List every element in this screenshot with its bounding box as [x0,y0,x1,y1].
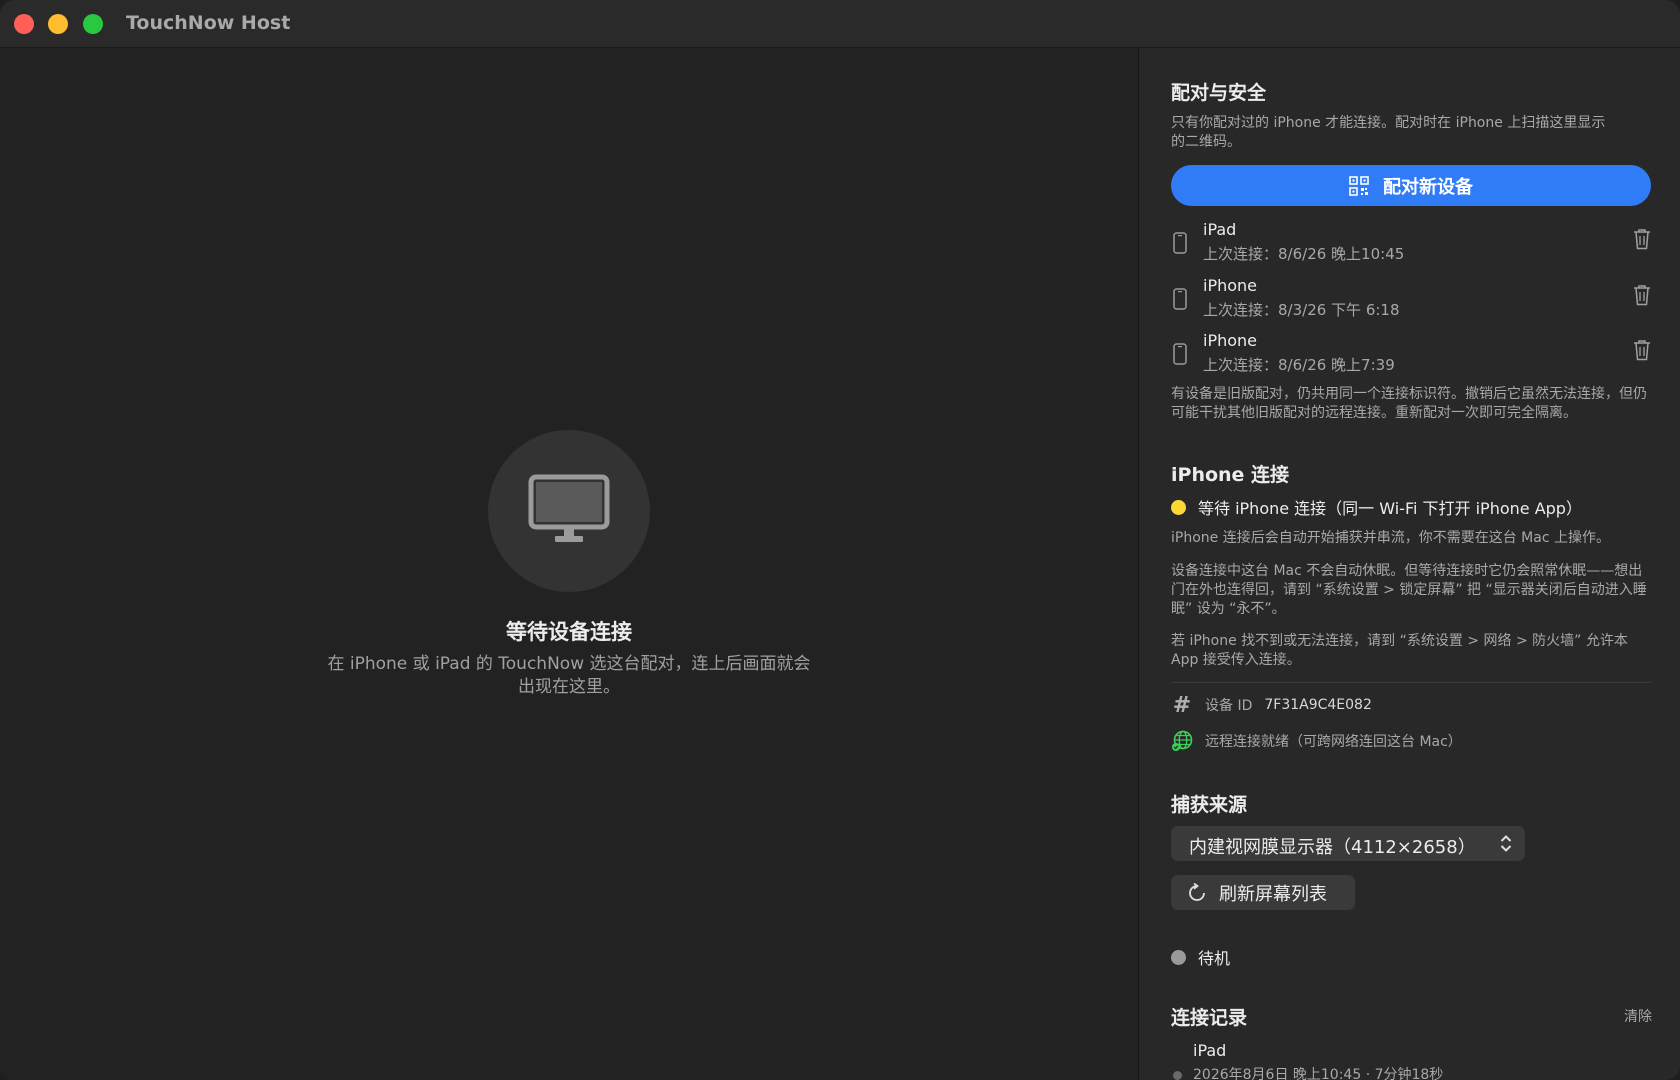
log-dot-icon [1173,1071,1182,1080]
paired-device-row: iPhone 上次连接：8/6/26 晚上7:39 [1171,331,1651,381]
iphone-section-title: iPhone 连接 [1171,464,1290,486]
device-last-connected: 上次连接：8/3/26 下午 6:18 [1203,301,1400,319]
refresh-icon [1189,882,1205,901]
minimize-window-button[interactable] [48,14,68,34]
capture-state: 待机 [1171,945,1651,969]
monitor-icon [528,474,610,542]
device-id-row: # 设备 ID 7F31A9C4E082 [1171,692,1651,718]
waiting-title: 等待设备连接 [506,620,632,644]
device-name: iPhone [1203,276,1258,295]
qr-code-icon [1349,175,1369,196]
trash-icon[interactable] [1633,228,1651,250]
log-entry: iPad 2026年8月6日 晚上10:45 · 7分钟18秒 [1171,1041,1651,1080]
display-placeholder [488,430,650,592]
device-name: iPad [1203,220,1237,239]
trash-icon[interactable] [1633,284,1651,306]
capture-state-text: 待机 [1198,949,1231,968]
phone-icon [1173,343,1187,365]
iphone-note-firewall: 若 iPhone 找不到或无法连接，请到 “系统设置 > 网络 > 防火墙” 允… [1171,633,1628,668]
zoom-window-button[interactable] [83,14,103,34]
screen-preview-area: 等待设备连接 在 iPhone 或 iPad 的 TouchNow 选这台配对，… [0,48,1138,1080]
globe-icon [1171,730,1193,752]
pairing-note: 只有你配对过的 iPhone 才能连接。配对时在 iPhone 上扫描这里显示的… [1171,115,1606,150]
paired-device-row: iPhone 上次连接：8/3/26 下午 6:18 [1171,276,1651,326]
iphone-note-autostart: iPhone 连接后会自动开始捕获并串流，你不需要在这台 Mac 上操作。 [1171,530,1610,546]
pair-new-device-label: 配对新设备 [1383,176,1473,198]
waiting-description: 在 iPhone 或 iPad 的 TouchNow 选这台配对，连上后画面就会… [327,654,811,697]
capture-source-value: 内建视网膜显示器（4112×2658） [1189,837,1476,858]
device-id-label: 设备 ID [1205,698,1253,714]
phone-icon [1173,288,1187,310]
pair-new-device-button[interactable]: 配对新设备 [1171,165,1651,206]
chevron-up-down-icon [1500,835,1512,852]
device-name: iPhone [1203,331,1258,350]
section-divider [1171,682,1651,683]
idle-dot-icon [1171,949,1186,965]
remote-status-text: 远程连接就绪（可跨网络连回这台 Mac） [1205,734,1462,750]
iphone-status-text: 等待 iPhone 连接（同一 Wi-Fi 下打开 iPhone App） [1198,499,1582,518]
device-id-value[interactable]: 7F31A9C4E082 [1264,697,1372,713]
refresh-screen-list-label: 刷新屏幕列表 [1219,883,1327,905]
log-section-title: 连接记录 [1171,1007,1248,1029]
status-dot-icon [1171,499,1186,515]
log-entry-name: iPad [1193,1041,1227,1060]
hash-icon: # [1172,692,1192,718]
paired-device-row: iPad 上次连接：8/6/26 晚上10:45 [1171,220,1651,270]
iphone-note-sleep: 设备连接中这台 Mac 不会自动休眠。但等待连接时它仍会照常休眠——想出门在外也… [1171,563,1647,617]
title-bar: TouchNow Host [0,0,1680,48]
capture-section-title: 捕获来源 [1171,794,1248,816]
iphone-connection-status: 等待 iPhone 连接（同一 Wi-Fi 下打开 iPhone App） [1171,495,1651,519]
trash-icon[interactable] [1633,339,1651,361]
device-last-connected: 上次连接：8/6/26 晚上7:39 [1203,356,1395,374]
remote-status-row: 远程连接就绪（可跨网络连回这台 Mac） [1171,728,1651,754]
log-entry-detail: 2026年8月6日 晚上10:45 · 7分钟18秒 [1193,1067,1444,1080]
pairing-section-title: 配对与安全 [1171,82,1267,104]
refresh-screen-list-button[interactable]: 刷新屏幕列表 [1171,875,1355,910]
legacy-pairing-note: 有设备是旧版配对，仍共用同一个连接标识符。撤销后它虽然无法连接，但仍可能干扰其他… [1171,386,1647,421]
phone-icon [1173,232,1187,254]
settings-sidebar[interactable]: 配对与安全 只有你配对过的 iPhone 才能连接。配对时在 iPhone 上扫… [1138,48,1680,1080]
close-window-button[interactable] [14,14,34,34]
window-title: TouchNow Host [126,12,291,34]
device-last-connected: 上次连接：8/6/26 晚上10:45 [1203,245,1405,263]
clear-log-button[interactable]: 清除 [1624,1006,1652,1026]
capture-source-select[interactable]: 内建视网膜显示器（4112×2658） [1171,826,1525,861]
app-window: TouchNow Host 等待设备连接 在 iPhone 或 iPad 的 T… [0,0,1680,1080]
